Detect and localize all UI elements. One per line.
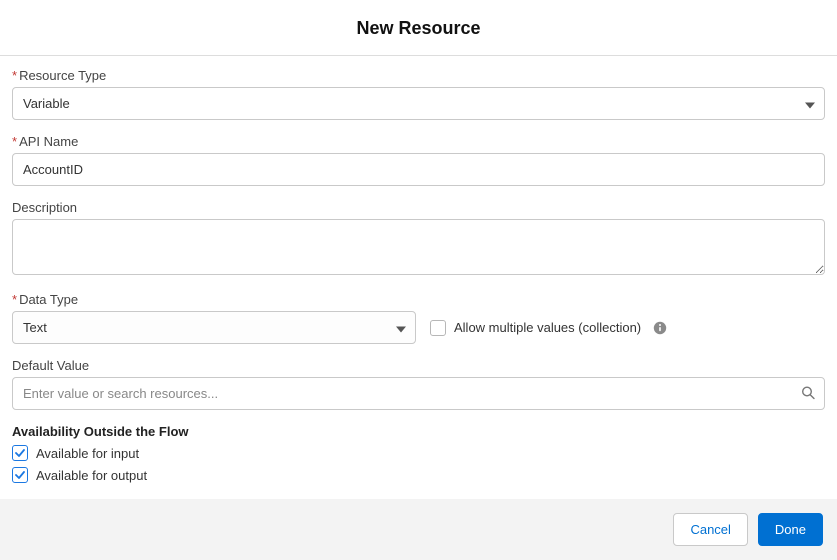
data-type-label: Data Type [19,292,78,307]
default-value-input[interactable] [12,377,825,410]
default-value-input-wrap [12,377,825,410]
api-name-label-row: *API Name [12,134,825,149]
data-type-select[interactable]: Text [12,311,416,344]
resource-type-label: Resource Type [19,68,106,83]
description-textarea[interactable] [12,219,825,275]
required-indicator: * [12,134,17,149]
data-type-select-wrap: Text [12,311,416,344]
form-body: *Resource Type Variable *API Name Descri… [0,56,837,489]
api-name-label: API Name [19,134,78,149]
resource-type-select[interactable]: Variable [12,87,825,120]
data-type-label-row: *Data Type [12,292,825,307]
data-type-value: Text [23,320,47,335]
available-for-output-label: Available for output [36,468,147,483]
availability-section: Availability Outside the Flow Available … [12,424,825,483]
default-value-label: Default Value [12,358,825,373]
done-button[interactable]: Done [758,513,823,546]
availability-heading: Availability Outside the Flow [12,424,825,439]
required-indicator: * [12,68,17,83]
dialog-title: New Resource [0,18,837,39]
allow-multiple-checkbox[interactable] [430,320,446,336]
chevron-down-icon [396,320,406,335]
description-group: Description [12,200,825,278]
available-for-output-row: Available for output [12,467,825,483]
availability-list: Available for input Available for output [12,445,825,483]
default-value-group: Default Value [12,358,825,410]
resource-type-label-row: *Resource Type [12,68,825,83]
info-icon[interactable] [653,321,667,335]
available-for-input-row: Available for input [12,445,825,461]
resource-type-select-wrap: Variable [12,87,825,120]
resource-type-value: Variable [23,96,70,111]
description-label: Description [12,200,825,215]
api-name-input[interactable] [12,153,825,186]
data-type-group: *Data Type Text Allow multiple values (c… [12,292,825,344]
dialog-footer: Cancel Done [0,499,837,560]
search-icon [801,385,815,402]
available-for-input-checkbox[interactable] [12,445,28,461]
required-indicator: * [12,292,17,307]
dialog-header: New Resource [0,0,837,55]
allow-multiple-row: Allow multiple values (collection) [430,320,667,336]
available-for-input-label: Available for input [36,446,139,461]
cancel-button[interactable]: Cancel [673,513,747,546]
allow-multiple-label: Allow multiple values (collection) [454,320,641,335]
resource-type-group: *Resource Type Variable [12,68,825,120]
chevron-down-icon [805,96,815,111]
available-for-output-checkbox[interactable] [12,467,28,483]
data-type-row: Text Allow multiple values (collection) [12,311,825,344]
api-name-group: *API Name [12,134,825,186]
